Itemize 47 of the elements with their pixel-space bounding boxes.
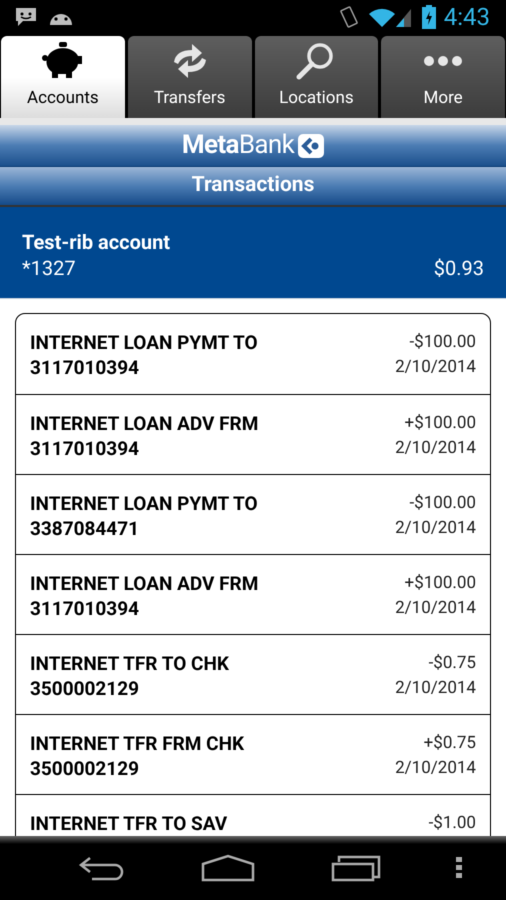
vibrate-icon bbox=[338, 5, 360, 29]
transaction-reference: 3117010394 bbox=[30, 596, 140, 621]
piggy-bank-icon bbox=[42, 42, 84, 80]
transaction-description: INTERNET LOAN ADV FRM bbox=[30, 411, 258, 436]
transaction-description: INTERNET TFR TO CHK bbox=[30, 651, 229, 676]
nav-tab[interactable]: Accounts bbox=[1, 36, 125, 118]
transaction-description: INTERNET LOAN PYMT TO bbox=[30, 491, 258, 516]
recent-apps-icon[interactable] bbox=[330, 854, 381, 882]
transaction-amount: -$1.00 bbox=[428, 812, 476, 835]
nav-tab[interactable]: More bbox=[381, 36, 505, 118]
transaction-description: INTERNET TFR FRM CHK bbox=[30, 731, 244, 756]
transaction-reference: 3500002129 bbox=[30, 756, 140, 781]
transaction-date: 2/10/2014 bbox=[395, 517, 476, 540]
transaction-date: 2/10/2014 bbox=[395, 757, 476, 780]
account-number: *1327 bbox=[22, 255, 76, 281]
transaction-reference: 3387084471 bbox=[30, 516, 140, 541]
back-icon[interactable] bbox=[78, 854, 126, 882]
transaction-amount: -$0.75 bbox=[428, 652, 476, 675]
home-icon[interactable] bbox=[201, 854, 256, 882]
transaction-amount: -$100.00 bbox=[409, 492, 476, 515]
transaction-description: INTERNET LOAN ADV FRM bbox=[30, 571, 258, 596]
screen-title: Transactions bbox=[192, 172, 314, 200]
wifi-icon bbox=[368, 6, 396, 28]
transaction-description: INTERNET LOAN PYMT TO bbox=[30, 330, 258, 355]
transaction-amount: +$100.00 bbox=[404, 572, 476, 595]
logo-mark-icon bbox=[298, 134, 324, 158]
transaction-amount: -$100.00 bbox=[409, 331, 476, 354]
logo-text: MetaBank bbox=[182, 129, 294, 162]
battery-icon bbox=[422, 5, 436, 29]
transaction-amount: +$100.00 bbox=[404, 412, 476, 435]
message-icon bbox=[14, 7, 38, 27]
nav-tab[interactable]: Locations bbox=[254, 36, 378, 118]
transaction-date: 2/10/2014 bbox=[395, 597, 476, 620]
transaction-reference: 3117010394 bbox=[30, 355, 140, 380]
account-balance: $0.93 bbox=[434, 255, 484, 281]
transaction-date: 2/10/2014 bbox=[395, 437, 476, 460]
nav-tab[interactable]: Transfers bbox=[128, 36, 252, 118]
transaction-reference: 3500002129 bbox=[30, 676, 140, 701]
transaction-reference: 3117010394 bbox=[30, 436, 140, 461]
overflow-menu-icon[interactable] bbox=[456, 857, 462, 879]
clock-time: 4:43 bbox=[444, 2, 490, 33]
transaction-date: 2/10/2014 bbox=[395, 677, 476, 700]
transaction-description: INTERNET TFR TO SAV bbox=[30, 811, 228, 836]
transaction-amount: +$0.75 bbox=[424, 732, 476, 755]
more-dots-icon bbox=[423, 55, 464, 67]
transaction-date: 2/10/2014 bbox=[395, 356, 476, 379]
account-name: Test-rib account bbox=[22, 229, 170, 255]
